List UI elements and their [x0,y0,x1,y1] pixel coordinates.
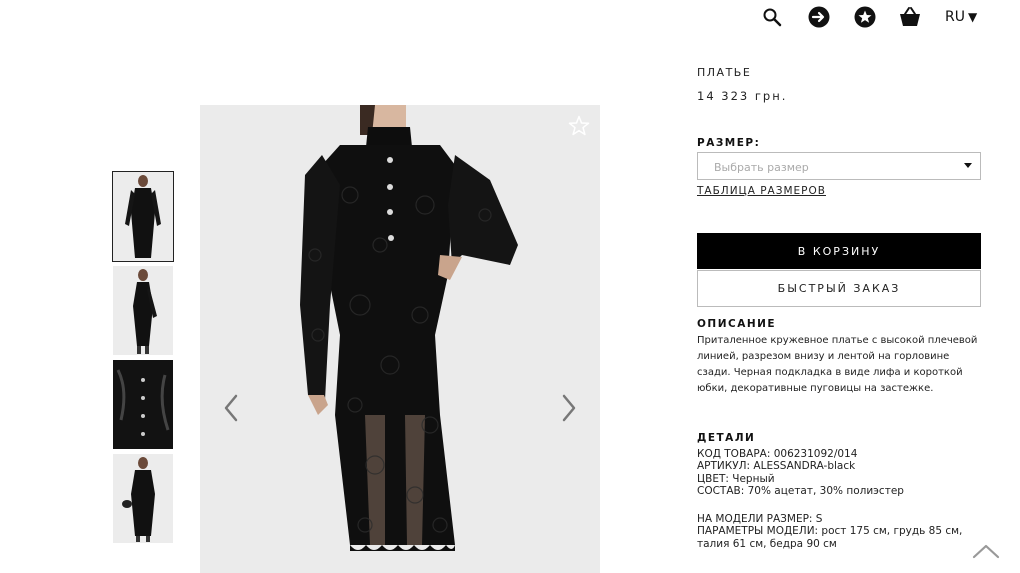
chevron-down-icon: ▼ [967,10,978,24]
description-title: ОПИСАНИЕ [697,318,777,330]
add-to-favorites-star-icon[interactable] [567,114,591,138]
description-text: Приталенное кружевное платье с высокой п… [697,335,978,394]
size-select[interactable]: Выбрать размер [697,152,981,180]
product-price: 14 323 грн. [697,89,788,103]
details-model-params: ПАРАМЕТРЫ МОДЕЛИ: рост 175 см, грудь 85 … [697,525,963,550]
size-table-link[interactable]: ТАБЛИЦА РАЗМЕРОВ [697,185,826,197]
favorites-icon[interactable] [853,5,877,29]
details-title: ДЕТАЛИ [697,432,756,444]
language-selector[interactable]: RU ▼ [945,9,977,25]
thumbnail-4[interactable] [113,454,173,543]
language-label: RU [945,9,965,25]
quick-order-button[interactable]: БЫСТРЫЙ ЗАКАЗ [697,270,981,307]
login-icon[interactable] [807,5,831,29]
chevron-down-icon [964,163,972,168]
search-icon[interactable] [760,5,784,29]
scroll-to-top-icon[interactable] [971,541,1001,561]
main-product-image [200,105,600,573]
add-to-cart-button[interactable]: В КОРЗИНУ [697,233,981,269]
product-type: ПЛАТЬЕ [697,66,752,79]
details-article: АРТИКУЛ: ALESSANDRA-black [697,460,856,472]
thumbnail-3[interactable] [113,360,173,449]
thumbnail-1[interactable] [112,171,174,262]
size-label: РАЗМЕР: [697,137,761,149]
details-composition: СОСТАВ: 70% ацетат, 30% полиэстер [697,485,904,497]
size-placeholder: Выбрать размер [714,161,809,174]
next-image-arrow-icon[interactable] [556,390,582,426]
cart-icon[interactable] [898,5,922,29]
previous-image-arrow-icon[interactable] [218,390,244,426]
thumbnail-2[interactable] [113,266,173,355]
